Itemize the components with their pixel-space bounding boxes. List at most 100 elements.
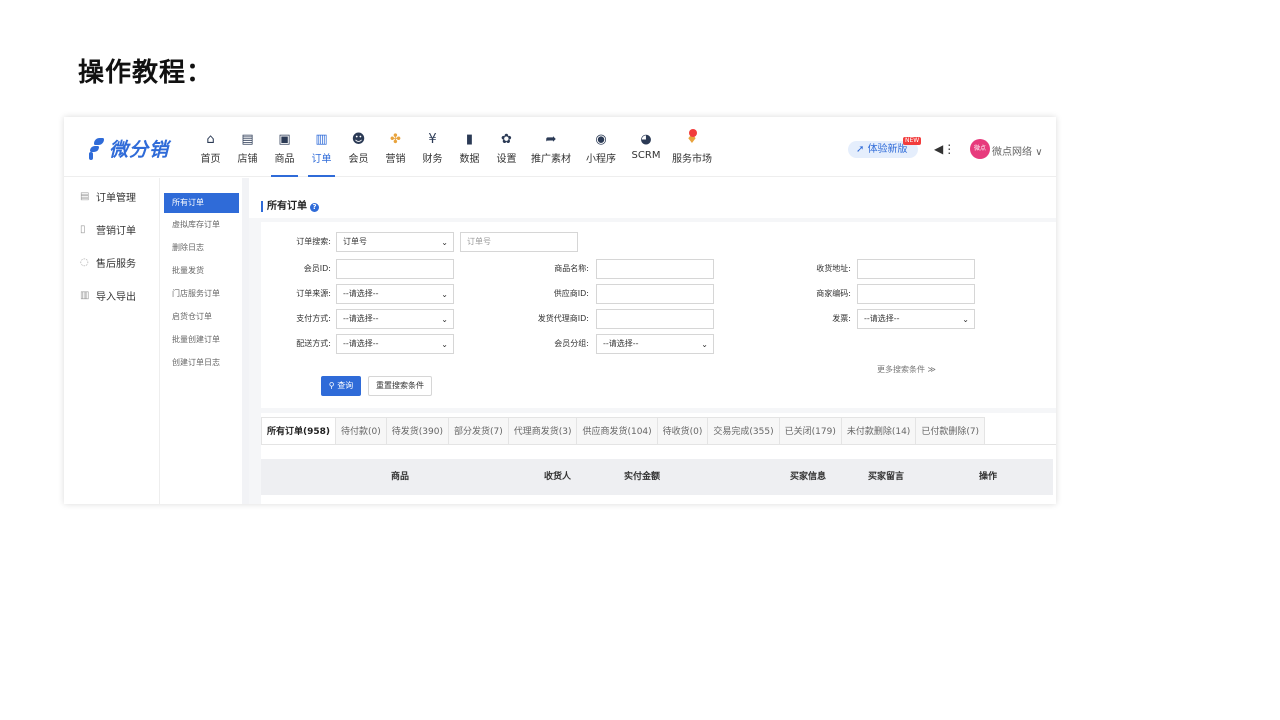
invoice-select[interactable]: --请选择-- ⌄ [857, 309, 975, 329]
tab-agent-shipment[interactable]: 代理商发货(3) [508, 417, 578, 445]
nav-miniprogram[interactable]: ◉ 小程序 [577, 117, 625, 177]
more-search-toggle[interactable]: 更多搜索条件 ≫ [877, 364, 936, 375]
nav-settings[interactable]: ✿ 设置 [488, 117, 525, 177]
sidebar-item-import-export[interactable]: ▥ 导入导出 [64, 279, 159, 312]
pay-method-label: 支付方式: [296, 314, 331, 323]
goods-name-input[interactable] [596, 259, 714, 279]
speaker-icon[interactable]: ◀⋮ [934, 142, 955, 156]
subnav-virtual-stock-orders[interactable]: 虚拟库存订单 [161, 213, 242, 236]
address-input[interactable] [857, 259, 975, 279]
column-buyer-message: 买家留言 [868, 472, 905, 482]
subnav-create-order-log[interactable]: 创建订单日志 [161, 351, 242, 374]
subnav-store-service-orders[interactable]: 门店服务订单 [161, 282, 242, 305]
nav-marketing[interactable]: ✤ 营销 [377, 117, 414, 177]
nav-data[interactable]: ▮ 数据 [451, 117, 488, 177]
address-label: 收货地址: [816, 264, 851, 273]
nav-label: 订单 [311, 154, 332, 165]
tab-closed[interactable]: 已关闭(179) [779, 417, 842, 445]
sidebar-item-after-sales[interactable]: ◌ 售后服务 [64, 246, 159, 279]
subnav-batch-create-orders[interactable]: 批量创建订单 [161, 328, 242, 351]
reset-search-button[interactable]: 重置搜索条件 [368, 376, 432, 396]
chevron-down-icon: ⌄ [441, 290, 448, 299]
rocket-icon: ➚ [856, 144, 868, 155]
nav-member[interactable]: ☻ 会员 [340, 117, 377, 177]
column-paid-amount: 实付金额 [624, 472, 661, 482]
try-new-label: 体验新版 [867, 144, 908, 155]
nav-label: 服务市场 [672, 154, 712, 165]
nav-label: 会员 [348, 154, 369, 165]
top-nav: 微分销 ⌂ 首页 ▤ 店铺 ▣ 商品 ▥ 订单 ☻ 会员 ✤ 营销 ¥ 财务 ▮ 数据 ✿ 设置 … [64, 117, 1056, 177]
delivery-label: 配送方式: [296, 339, 331, 348]
agent-id-input[interactable] [596, 309, 714, 329]
order-source-select[interactable]: --请选择-- ⌄ [336, 284, 454, 304]
logo[interactable]: 微分销 [88, 135, 169, 162]
order-source-label: 订单来源: [296, 289, 331, 298]
pay-method-select[interactable]: --请选择-- ⌄ [336, 309, 454, 329]
avatar[interactable]: 微点 [970, 139, 990, 159]
section-title-text: 所有订单 [267, 201, 307, 212]
chevron-down-icon: ⌄ [701, 340, 708, 349]
logo-icon [88, 137, 104, 160]
subnav-delete-log[interactable]: 删除日志 [161, 236, 242, 259]
nav-service-market[interactable]: ♦ 服务市场 [667, 117, 717, 177]
order-search-type-select[interactable]: 订单号 ⌄ [336, 232, 454, 252]
subnav-batch-ship[interactable]: 批量发货 [161, 259, 242, 282]
member-group-select[interactable]: --请选择-- ⌄ [596, 334, 714, 354]
sidebar-item-marketing-orders[interactable]: ▯ 营销订单 [64, 213, 159, 246]
sidebar-item-order-management[interactable]: ▤ 订单管理 [64, 180, 159, 213]
sidebar: ▤ 订单管理 ▯ 营销订单 ◌ 售后服务 ▥ 导入导出 [64, 178, 160, 504]
nav-home[interactable]: ⌂ 首页 [192, 117, 229, 177]
order-number-input[interactable]: 订单号 [460, 232, 578, 252]
nav-label: 推广素材 [531, 154, 571, 165]
supplier-id-input[interactable] [596, 284, 714, 304]
sidebar-item-label: 订单管理 [96, 193, 136, 204]
notification-dot [689, 129, 697, 137]
tab-pending-payment[interactable]: 待付款(0) [336, 417, 387, 445]
help-icon[interactable]: ? [310, 203, 319, 212]
member-id-input[interactable] [336, 259, 454, 279]
divider [261, 444, 1056, 445]
data-icon: ▮ [465, 132, 474, 147]
tab-paid-deleted[interactable]: 已付款删除(7) [916, 417, 986, 445]
doc-icon: ▯ [80, 224, 86, 235]
sidebar-item-label: 营销订单 [96, 226, 136, 237]
tab-pending-receipt[interactable]: 待收货(0) [657, 417, 709, 445]
invoice-label: 发票: [832, 314, 851, 323]
tab-all-orders[interactable]: 所有订单(958) [261, 417, 337, 445]
tab-completed[interactable]: 交易完成(355) [708, 417, 780, 445]
nav-finance[interactable]: ¥ 财务 [414, 117, 451, 177]
account-menu[interactable]: 微点网络 ∨ [992, 143, 1043, 158]
finance-icon: ¥ [428, 132, 437, 147]
nav-order[interactable]: ▥ 订单 [303, 117, 340, 177]
import-icon: ▥ [80, 290, 90, 301]
nav-label: 财务 [422, 154, 443, 165]
query-button[interactable]: ⚲ 查询 [321, 376, 361, 396]
nav-promo-material[interactable]: ➦ 推广素材 [525, 117, 577, 177]
nav-label: 店铺 [237, 154, 258, 165]
order-icon: ▥ [315, 132, 328, 147]
tab-pending-shipment[interactable]: 待发货(390) [386, 417, 449, 445]
settings-icon: ✿ [501, 132, 512, 147]
column-goods: 商品 [391, 472, 410, 482]
merchant-code-input[interactable] [857, 284, 975, 304]
nav-scrm[interactable]: ◕ SCRM [625, 117, 667, 177]
main-content: 所有订单? 订单搜索: 订单号 ⌄ 订单号 会员ID: 商品名称: 收货地址: 订… [249, 178, 1056, 504]
logo-text: 微分销 [109, 139, 170, 161]
subnav-all-orders[interactable]: 所有订单 [164, 193, 239, 213]
goods-name-label: 商品名称: [554, 264, 589, 273]
select-value: --请选择-- [343, 314, 379, 323]
order-status-tabs: 所有订单(958) 待付款(0) 待发货(390) 部分发货(7) 代理商发货(… [261, 417, 986, 445]
subnav-warehouse-orders[interactable]: 启货仓订单 [161, 305, 242, 328]
tab-supplier-shipment[interactable]: 供应商发货(104) [577, 417, 658, 445]
delivery-select[interactable]: --请选择-- ⌄ [336, 334, 454, 354]
nav-store[interactable]: ▤ 店铺 [229, 117, 266, 177]
nav-label: 营销 [385, 154, 406, 165]
tab-unpaid-deleted[interactable]: 未付款删除(14) [841, 417, 917, 445]
orders-panel: 所有订单(958) 待付款(0) 待发货(390) 部分发货(7) 代理商发货(… [261, 413, 1056, 504]
column-actions: 操作 [979, 472, 998, 482]
select-value: --请选择-- [864, 314, 900, 323]
nav-label: 小程序 [586, 154, 616, 165]
tab-partial-shipment[interactable]: 部分发货(7) [448, 417, 509, 445]
chevron-down-icon: ⌄ [441, 238, 448, 247]
nav-goods[interactable]: ▣ 商品 [266, 117, 303, 177]
